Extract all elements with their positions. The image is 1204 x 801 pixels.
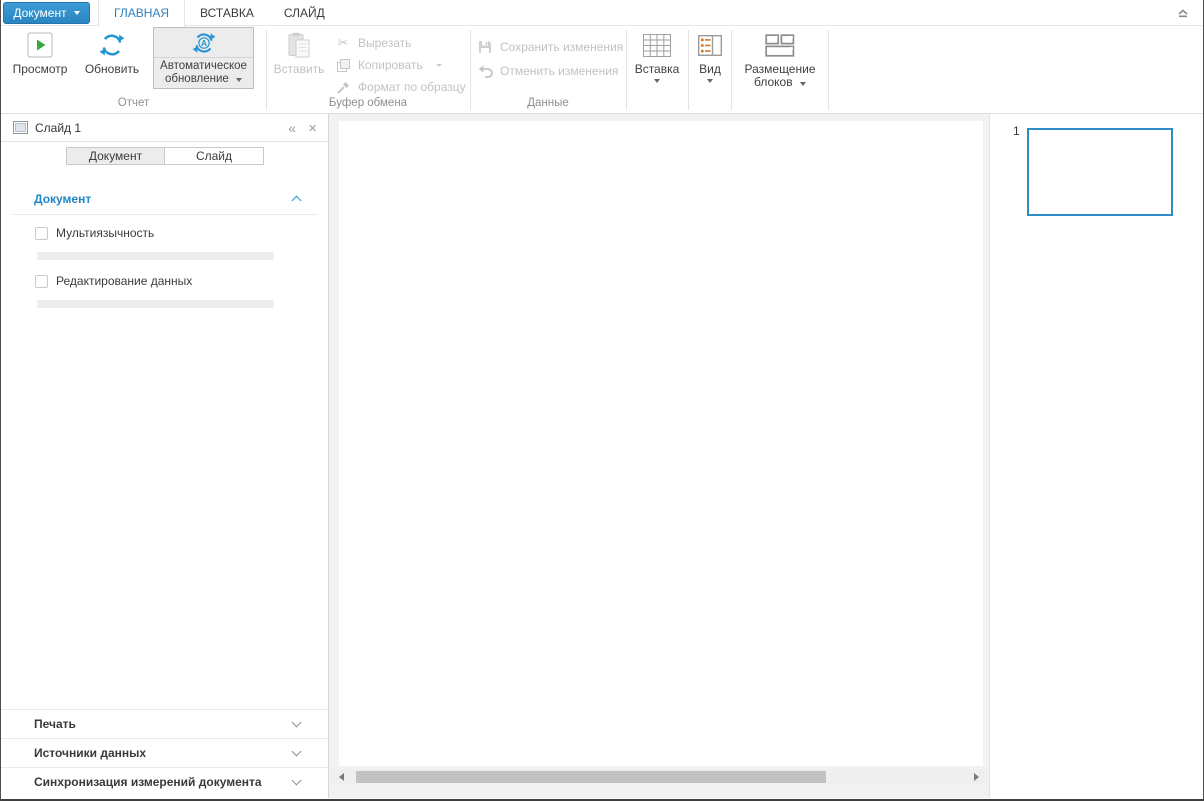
- section-sync-header[interactable]: Синхронизация измерений документа: [1, 767, 328, 796]
- scope-tab-slide[interactable]: Слайд: [165, 147, 264, 165]
- group-separator: [626, 30, 627, 110]
- scrollbar-thumb[interactable]: [356, 771, 826, 783]
- data-editing-checkbox[interactable]: [35, 274, 48, 288]
- cut-button[interactable]: ✂ Вырезать: [335, 34, 412, 52]
- group-label-clipboard: Буфер обмена: [328, 97, 408, 109]
- table-grid-icon: [643, 30, 671, 60]
- multilanguage-option: Мультиязычность: [35, 226, 154, 240]
- copy-button[interactable]: Копировать: [335, 56, 442, 74]
- content-area: Слайд 1 « × Документ Слайд Документ Муль…: [1, 114, 1203, 798]
- format-painter-icon: [335, 81, 351, 94]
- scroll-left-arrow[interactable]: [339, 773, 344, 781]
- data-editing-disabled-bar: [37, 300, 274, 308]
- document-menu-button[interactable]: Документ: [3, 2, 90, 24]
- divider: [11, 214, 318, 215]
- undo-changes-button[interactable]: Отменить изменения: [477, 62, 618, 80]
- slide-thumbnails-panel: 1: [989, 114, 1203, 798]
- chevron-down-icon: [291, 717, 302, 728]
- paste-button[interactable]: Вставить: [269, 30, 329, 76]
- view-list-icon: [698, 30, 722, 60]
- multilanguage-disabled-bar: [37, 252, 274, 260]
- document-menu-label: Документ: [13, 6, 67, 20]
- slide-canvas-area: [329, 114, 989, 798]
- group-separator: [688, 30, 689, 110]
- section-document-header[interactable]: Документ: [34, 192, 302, 206]
- tab-home[interactable]: ГЛАВНАЯ: [98, 0, 186, 27]
- panel-header: Слайд 1 « ×: [1, 114, 328, 142]
- panel-scope-switch: Документ Слайд: [66, 147, 264, 165]
- format-painter-button[interactable]: Формат по образцу: [335, 78, 466, 96]
- tab-insert[interactable]: ВСТАВКА: [185, 0, 269, 26]
- data-editing-option: Редактирование данных: [35, 274, 192, 288]
- ribbon: Просмотр Обновить A Автоматическое обнов…: [1, 26, 1203, 114]
- play-icon: [27, 30, 53, 60]
- ribbon-tabs: ГЛАВНАЯ ВСТАВКА СЛАЙД: [98, 0, 340, 27]
- group-label-data: Данные: [527, 97, 569, 109]
- collapse-panel-icon[interactable]: «: [288, 114, 296, 142]
- svg-text:A: A: [201, 38, 207, 48]
- chevron-up-icon: [291, 195, 302, 206]
- preview-button[interactable]: Просмотр: [9, 30, 71, 76]
- scissors-icon: ✂: [337, 35, 349, 50]
- refresh-button[interactable]: Обновить: [75, 30, 149, 76]
- paste-icon: [288, 30, 310, 60]
- section-data-sources-header[interactable]: Источники данных: [1, 738, 328, 767]
- dropdown-caret-icon: [435, 63, 442, 67]
- tab-slide[interactable]: СЛАЙД: [269, 0, 340, 26]
- section-print-header[interactable]: Печать: [1, 709, 328, 738]
- insert-block-button[interactable]: Вставка: [629, 30, 685, 83]
- scope-tab-document[interactable]: Документ: [66, 147, 165, 165]
- dropdown-caret-icon: [707, 79, 713, 83]
- collapse-ribbon-icon[interactable]: [1177, 8, 1189, 18]
- group-separator: [828, 30, 829, 110]
- save-icon: [477, 40, 493, 54]
- dropdown-caret-icon: [73, 11, 80, 15]
- slide-page[interactable]: [339, 121, 983, 766]
- tab-bar: Документ ГЛАВНАЯ ВСТАВКА СЛАЙД: [1, 0, 1203, 27]
- view-button[interactable]: Вид: [691, 30, 729, 83]
- slide-icon: [13, 121, 28, 134]
- chevron-down-icon: [291, 775, 302, 786]
- properties-panel: Слайд 1 « × Документ Слайд Документ Муль…: [1, 114, 329, 798]
- horizontal-scrollbar[interactable]: [330, 769, 988, 785]
- slide-thumbnail-1[interactable]: [1027, 128, 1173, 216]
- auto-refresh-button[interactable]: A Автоматическое обновление: [153, 27, 254, 89]
- close-panel-icon[interactable]: ×: [308, 114, 317, 142]
- panel-title: Слайд 1: [35, 120, 82, 135]
- group-separator: [731, 30, 732, 110]
- copy-icon: [335, 58, 351, 72]
- auto-refresh-icon: A: [154, 28, 253, 58]
- refresh-icon: [99, 30, 125, 60]
- slide-number: 1: [1013, 124, 1020, 138]
- group-label-report: Отчет: [117, 97, 150, 109]
- panel-footer-sections: Печать Источники данных Синхронизация из…: [1, 709, 328, 796]
- dropdown-caret-icon: [236, 78, 243, 82]
- multilanguage-checkbox[interactable]: [35, 226, 48, 240]
- dropdown-caret-icon: [654, 79, 660, 83]
- dropdown-caret-icon: [799, 82, 806, 86]
- chevron-down-icon: [291, 746, 302, 757]
- blocks-layout-button[interactable]: Размещение блоков: [734, 30, 826, 89]
- scroll-right-arrow[interactable]: [974, 773, 979, 781]
- blocks-layout-icon: [765, 30, 795, 60]
- save-changes-button[interactable]: Сохранить изменения: [477, 38, 623, 56]
- app-window: Документ ГЛАВНАЯ ВСТАВКА СЛАЙД Просмотр …: [0, 0, 1204, 801]
- undo-icon: [477, 64, 493, 78]
